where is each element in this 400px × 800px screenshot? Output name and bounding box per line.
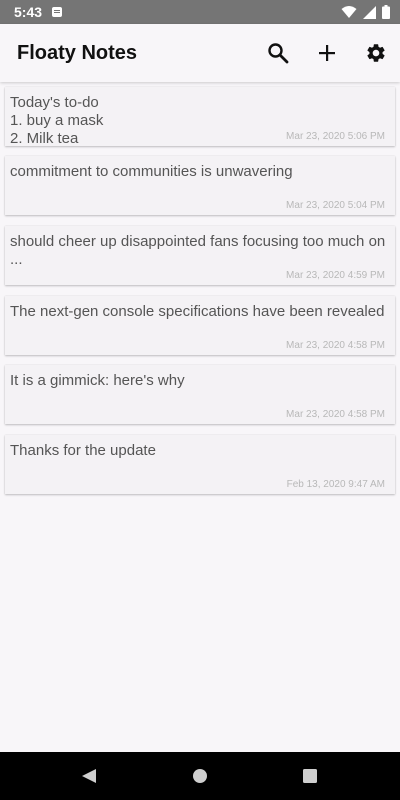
home-icon bbox=[193, 769, 207, 783]
settings-icon bbox=[366, 44, 385, 62]
note-card[interactable]: It is a gimmick: here's why Mar 23, 2020… bbox=[5, 365, 395, 424]
note-date: Mar 23, 2020 4:59 PM bbox=[286, 270, 385, 281]
navigation-bar bbox=[0, 752, 400, 800]
back-icon bbox=[82, 769, 96, 783]
settings-button[interactable] bbox=[351, 29, 400, 77]
note-text: The next-gen console specifications have… bbox=[10, 303, 385, 320]
note-date: Mar 23, 2020 4:58 PM bbox=[286, 409, 385, 420]
add-note-button[interactable] bbox=[302, 29, 351, 77]
note-date: Feb 13, 2020 9:47 AM bbox=[286, 479, 385, 490]
note-date: Mar 23, 2020 5:06 PM bbox=[286, 131, 385, 142]
note-text: Thanks for the update bbox=[10, 442, 156, 459]
app-bar: Floaty Notes bbox=[0, 24, 400, 82]
note-card[interactable]: Thanks for the update Feb 13, 2020 9:47 … bbox=[5, 435, 395, 494]
note-text: should cheer up disappointed fans focusi… bbox=[10, 233, 386, 268]
note-date: Mar 23, 2020 5:04 PM bbox=[286, 200, 385, 211]
battery-icon bbox=[382, 5, 390, 19]
app-title: Floaty Notes bbox=[17, 41, 138, 64]
note-text: commitment to communities is unwavering bbox=[10, 163, 293, 180]
recents-icon bbox=[303, 769, 317, 783]
status-icons bbox=[341, 5, 390, 19]
search-icon bbox=[267, 43, 288, 64]
note-date: Mar 23, 2020 4:58 PM bbox=[286, 340, 385, 351]
note-card[interactable]: commitment to communities is unwavering … bbox=[5, 156, 395, 215]
search-button[interactable] bbox=[253, 29, 302, 77]
note-text: It is a gimmick: here's why bbox=[10, 372, 185, 389]
wifi-icon bbox=[341, 6, 357, 18]
note-card[interactable]: should cheer up disappointed fans focusi… bbox=[5, 226, 395, 285]
notification-icon bbox=[52, 7, 63, 17]
note-card[interactable]: Today's to-do 1. buy a mask 2. Milk tea … bbox=[5, 87, 395, 147]
home-button[interactable] bbox=[190, 766, 210, 786]
app-actions bbox=[253, 24, 400, 82]
status-time: 5:43 bbox=[14, 4, 43, 20]
note-card[interactable]: The next-gen console specifications have… bbox=[5, 296, 395, 355]
recents-button[interactable] bbox=[300, 766, 320, 786]
back-button[interactable] bbox=[79, 766, 99, 786]
notes-list: Today's to-do 1. buy a mask 2. Milk tea … bbox=[0, 82, 400, 752]
signal-icon bbox=[363, 5, 376, 19]
add-icon bbox=[318, 45, 335, 61]
status-bar: 5:43 bbox=[0, 0, 400, 24]
